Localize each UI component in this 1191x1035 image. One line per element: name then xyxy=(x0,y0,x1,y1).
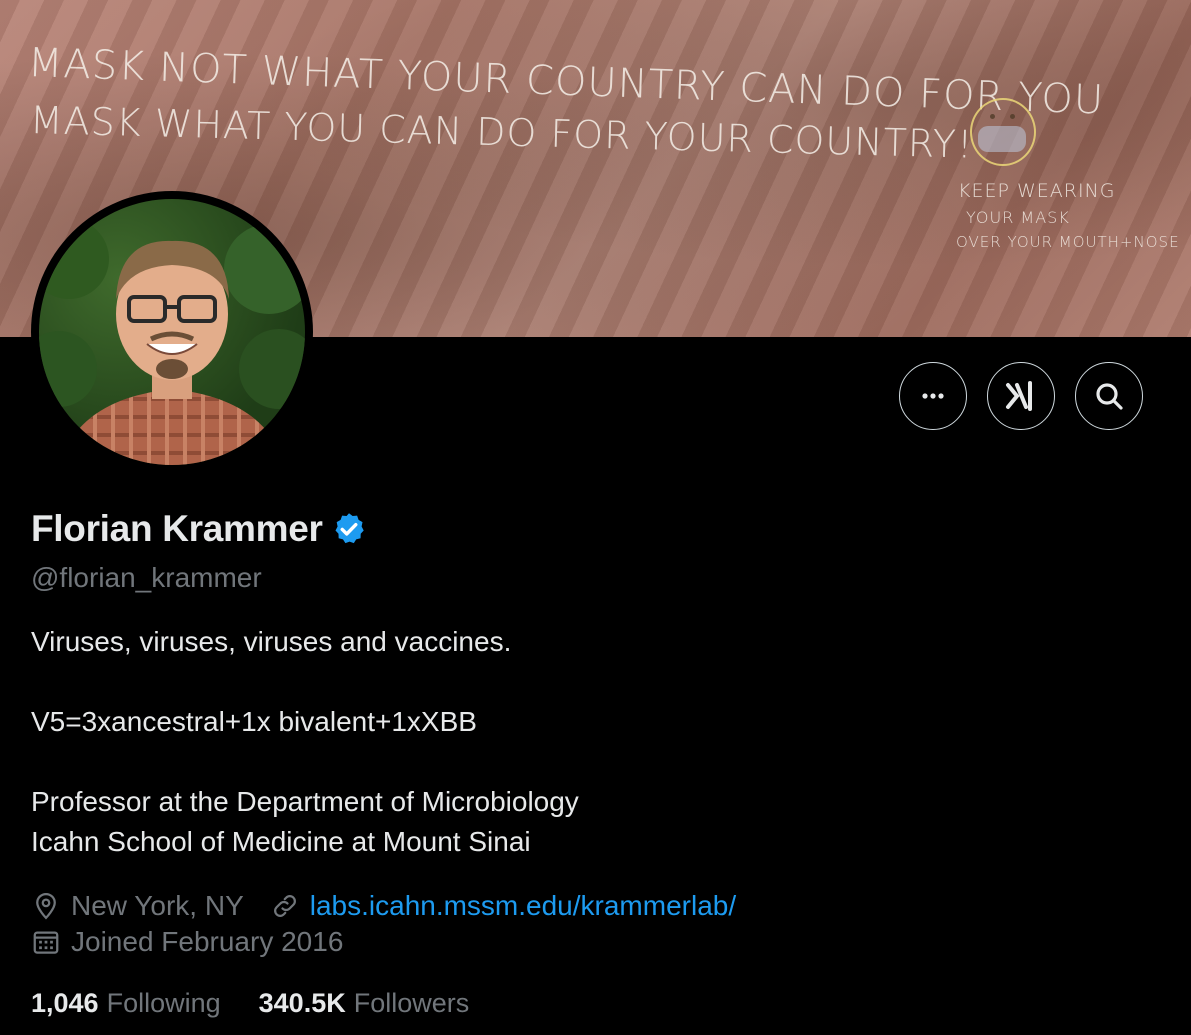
follow-stats: 1,046 Following 340.5K Followers xyxy=(31,988,469,1019)
followers-label: Followers xyxy=(353,988,470,1018)
bio-line-4: Icahn School of Medicine at Mount Sinai xyxy=(31,826,531,857)
location-pin-icon xyxy=(36,892,56,920)
bio-line-1: Viruses, viruses, viruses and vaccines. xyxy=(31,626,512,657)
following-label: Following xyxy=(106,988,221,1018)
location-text: New York, NY xyxy=(71,890,244,921)
profile-handle: @florian_krammer xyxy=(31,562,262,593)
banner-chalk-side-3: OVER YOUR MOUTH+NOSE xyxy=(956,233,1180,251)
grok-icon xyxy=(1006,381,1032,411)
banner-chalk-side-1: KEEP WEARING xyxy=(958,180,1116,202)
bio-line-3: Professor at the Department of Microbiol… xyxy=(31,786,579,817)
search-button[interactable] xyxy=(1075,362,1143,430)
search-icon xyxy=(1096,383,1123,410)
avatar[interactable] xyxy=(31,191,313,473)
joined-row: Joined February 2016 xyxy=(31,926,343,958)
joined-date: Joined February 2016 xyxy=(71,926,344,957)
following-link[interactable]: 1,046 Following xyxy=(31,988,221,1019)
more-icon xyxy=(922,393,944,399)
display-name: Florian Krammer xyxy=(31,508,323,549)
bio-line-2: V5=3xancestral+1x bivalent+1xXBB xyxy=(31,706,477,737)
grok-button[interactable] xyxy=(987,362,1055,430)
followers-count: 340.5K xyxy=(258,988,346,1018)
chalk-masked-face-drawing xyxy=(970,98,1036,166)
followers-link[interactable]: 340.5K Followers xyxy=(259,988,470,1019)
profile-name-row: Florian Krammer xyxy=(31,508,367,550)
link-icon xyxy=(273,895,296,917)
more-button[interactable] xyxy=(899,362,967,430)
verified-badge-icon[interactable] xyxy=(331,511,367,547)
banner-chalk-side-2: YOUR MASK xyxy=(966,208,1070,227)
avatar-photo xyxy=(39,199,305,465)
profile-meta-row: New York, NY labs.icahn.mssm.edu/krammer… xyxy=(31,890,736,922)
calendar-icon xyxy=(33,931,59,954)
following-count: 1,046 xyxy=(31,988,99,1018)
website-link[interactable]: labs.icahn.mssm.edu/krammerlab/ xyxy=(310,890,736,922)
